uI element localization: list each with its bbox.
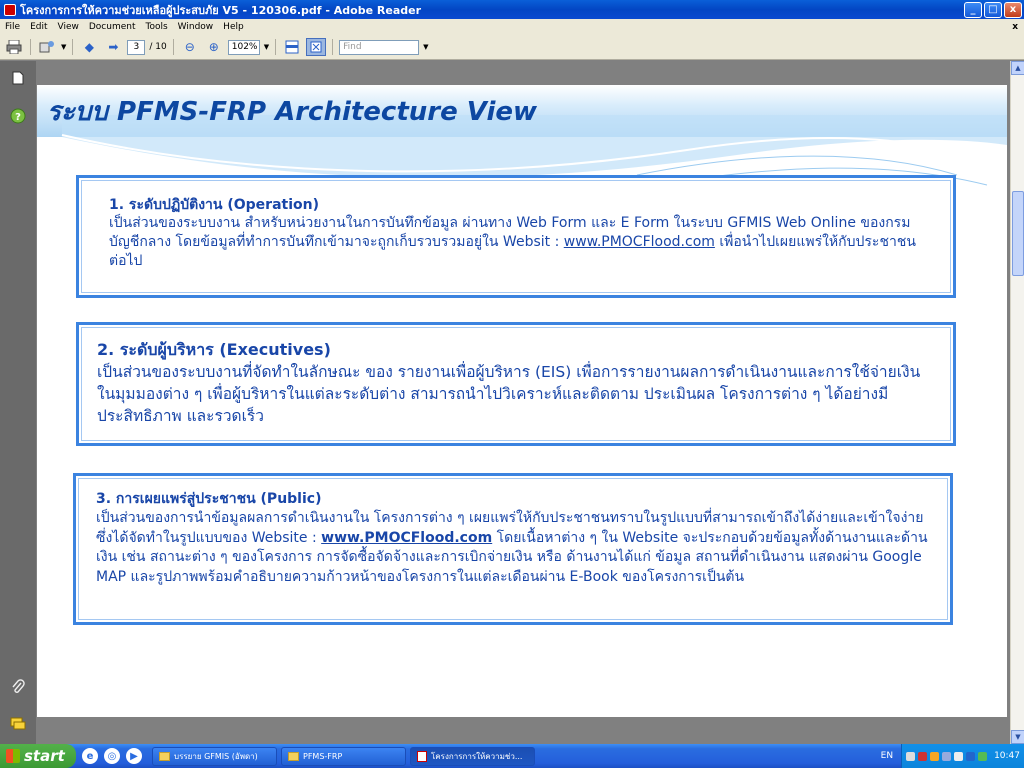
folder-icon: [288, 751, 299, 761]
menu-file[interactable]: File: [0, 22, 25, 32]
menu-help[interactable]: Help: [218, 22, 249, 32]
taskbar: start e ◎ ▶ บรรยาย GFMIS (อัพดา) PFMS-FR…: [0, 744, 1024, 768]
comments-icon[interactable]: [9, 715, 27, 733]
volume-icon[interactable]: [954, 751, 964, 761]
next-page-icon[interactable]: ➡: [103, 38, 123, 56]
windows-logo-icon: [6, 749, 20, 763]
toolbar-divider: [30, 39, 31, 55]
security-icon[interactable]: [930, 751, 940, 761]
clock[interactable]: 10:47: [994, 751, 1020, 761]
menu-bar: File Edit View Document Tools Window Hel…: [0, 19, 1024, 35]
close-button[interactable]: x: [1004, 1, 1022, 18]
svg-text:?: ?: [15, 112, 21, 123]
find-input[interactable]: Find: [339, 39, 420, 55]
media-player-icon[interactable]: ▶: [126, 748, 142, 764]
share-dropdown-icon[interactable]: ▼: [61, 43, 66, 51]
zoom-out-icon[interactable]: ⊖: [180, 38, 200, 56]
zoom-input[interactable]: 102%: [227, 39, 260, 55]
public-box: 3. การเผยแพร่สู่ประชาชน (Public) เป็นส่ว…: [73, 473, 953, 625]
menu-window[interactable]: Window: [173, 22, 219, 32]
document-area: ระบบ PFMS-FRP Architecture View 1. ระดับ…: [36, 61, 1010, 744]
browser-icon[interactable]: ◎: [104, 748, 120, 764]
folder-icon: [159, 751, 170, 761]
page-total: / 10: [149, 42, 167, 52]
task-gfmis-folder[interactable]: บรรยาย GFMIS (อัพดา): [152, 746, 277, 766]
page-number-input[interactable]: 3: [127, 39, 146, 55]
pdf-icon: [417, 750, 427, 762]
public-description: เป็นส่วนของการนำข้อมูลผลการดำเนินงานใน โ…: [96, 509, 936, 587]
executives-heading: 2. ระดับผู้บริหาร (Executives): [97, 340, 331, 359]
pages-icon[interactable]: [9, 69, 27, 87]
menu-tools[interactable]: Tools: [141, 22, 173, 32]
fit-page-icon[interactable]: [306, 38, 327, 56]
share-icon[interactable]: [37, 38, 57, 56]
display-icon[interactable]: [942, 751, 952, 761]
task-label: โครงการการให้ความช่ว...: [431, 751, 523, 761]
start-button[interactable]: start: [0, 744, 76, 768]
public-heading: 3. การเผยแพร่สู่ประชาชน (Public): [96, 491, 322, 507]
scroll-up-icon[interactable]: ▲: [1011, 61, 1024, 75]
network-icon[interactable]: [906, 751, 916, 761]
antivirus-icon[interactable]: [918, 751, 928, 761]
minimize-button[interactable]: _: [964, 1, 982, 18]
task-adobe-reader[interactable]: โครงการการให้ความช่ว...: [410, 746, 535, 766]
menu-view[interactable]: View: [53, 22, 84, 32]
toolbar-divider: [332, 39, 334, 55]
slide-title: ระบบ PFMS-FRP Architecture View: [47, 97, 538, 127]
media-icon[interactable]: [966, 751, 976, 761]
pmoc-flood-link[interactable]: www.PMOCFlood.com: [564, 234, 715, 250]
toolbar-divider: [72, 39, 74, 55]
start-label: start: [24, 747, 65, 765]
find-dropdown-icon[interactable]: ▼: [423, 43, 428, 51]
system-tray: 10:47: [901, 744, 1024, 768]
scroll-thumb[interactable]: [1012, 191, 1024, 276]
language-indicator[interactable]: EN: [881, 751, 893, 761]
task-pfms-frp-folder[interactable]: PFMS-FRP: [281, 746, 406, 766]
internet-explorer-icon[interactable]: e: [82, 748, 98, 764]
menu-document[interactable]: Document: [84, 22, 141, 32]
toolbar: ▼ ◆ ➡ 3 / 10 ⊖ ⊕ 102% ▼ Find ▼: [0, 35, 1024, 60]
zoom-in-icon[interactable]: ⊕: [204, 38, 224, 56]
executives-description: เป็นส่วนของระบบงานที่จัดทำในลักษณะ ของ ร…: [97, 363, 921, 425]
executives-box: 2. ระดับผู้บริหาร (Executives) เป็นส่วนข…: [76, 322, 956, 446]
maximize-button[interactable]: □: [984, 1, 1002, 18]
update-icon[interactable]: [978, 751, 988, 761]
zoom-dropdown-icon[interactable]: ▼: [264, 43, 269, 51]
print-icon[interactable]: [4, 38, 24, 56]
toolbar-divider: [172, 39, 174, 55]
operation-box: 1. ระดับปฏิบัติงาน (Operation) เป็นส่วนข…: [76, 175, 956, 298]
help-icon[interactable]: ?: [9, 107, 27, 125]
window-titlebar: โครงการการให้ความช่วยเหลือผู้ประสบภัย V5…: [0, 0, 1024, 19]
attachment-icon[interactable]: [9, 678, 27, 696]
menu-edit[interactable]: Edit: [25, 22, 52, 32]
toolbar-divider: [275, 39, 277, 55]
adobe-reader-icon: [4, 3, 16, 16]
navigation-panel: ?: [0, 61, 36, 744]
fit-width-icon[interactable]: [282, 38, 302, 56]
pdf-page: ระบบ PFMS-FRP Architecture View 1. ระดับ…: [37, 85, 1007, 717]
window-title: โครงการการให้ความช่วยเหลือผู้ประสบภัย V5…: [20, 3, 422, 17]
pmoc-flood-website-link[interactable]: www.PMOCFlood.com: [321, 530, 492, 546]
close-document-button[interactable]: x: [1012, 22, 1018, 32]
operation-description: เป็นส่วนของระบบงาน สำหรับหน่วยงานในการบั…: [109, 214, 923, 271]
task-label: บรรยาย GFMIS (อัพดา): [174, 751, 258, 761]
scroll-down-icon[interactable]: ▼: [1011, 730, 1024, 744]
previous-page-icon[interactable]: ◆: [79, 38, 99, 56]
task-label: PFMS-FRP: [303, 751, 343, 761]
vertical-scrollbar[interactable]: ▲ ▼: [1010, 61, 1024, 744]
operation-heading: 1. ระดับปฏิบัติงาน (Operation): [109, 197, 319, 213]
